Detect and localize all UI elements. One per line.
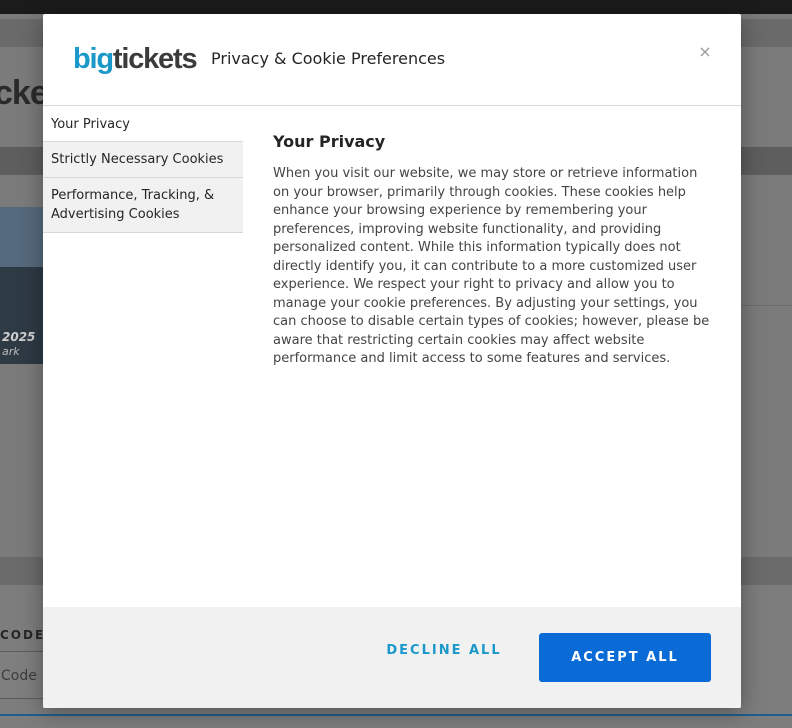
- tab-performance-tracking-advertising[interactable]: Performance, Tracking, & Advertising Coo…: [43, 178, 243, 233]
- tab-your-privacy[interactable]: Your Privacy: [43, 107, 243, 142]
- event-card-venue: ark: [2, 345, 20, 358]
- site-top-bar: [0, 0, 792, 14]
- decline-all-button[interactable]: DECLINE ALL: [383, 641, 505, 661]
- privacy-modal: bigtickets Privacy & Cookie Preferences …: [43, 14, 741, 708]
- tab-strictly-necessary-cookies[interactable]: Strictly Necessary Cookies: [43, 142, 243, 178]
- tab-label: Performance, Tracking, & Advertising Coo…: [51, 188, 215, 222]
- tab-label: Strictly Necessary Cookies: [51, 152, 224, 167]
- background-divider: [741, 305, 792, 306]
- event-card-date: 2025: [2, 330, 36, 344]
- content-body: When you visit our website, we may store…: [273, 166, 710, 366]
- modal-header: bigtickets Privacy & Cookie Preferences …: [43, 14, 741, 106]
- logo-big: big: [73, 43, 114, 75]
- tab-label: Your Privacy: [51, 116, 130, 132]
- logo-tickets: tickets: [112, 43, 198, 75]
- modal-title: Privacy & Cookie Preferences: [211, 49, 446, 68]
- content-heading: Your Privacy: [273, 132, 386, 151]
- tab-content-panel: Your Privacy When you visit our website,…: [273, 132, 713, 369]
- background-accent-line: [0, 714, 792, 716]
- modal-footer: DECLINE ALL ACCEPT ALL: [43, 607, 741, 708]
- site-page-title: cke: [0, 74, 49, 112]
- accept-all-button[interactable]: ACCEPT ALL: [539, 633, 711, 682]
- close-icon[interactable]: ×: [695, 42, 715, 62]
- preference-tabs: Your Privacy Strictly Necessary Cookies …: [43, 107, 243, 233]
- promo-code-label: CODE: [0, 628, 46, 642]
- bigtickets-logo: bigtickets: [73, 42, 198, 76]
